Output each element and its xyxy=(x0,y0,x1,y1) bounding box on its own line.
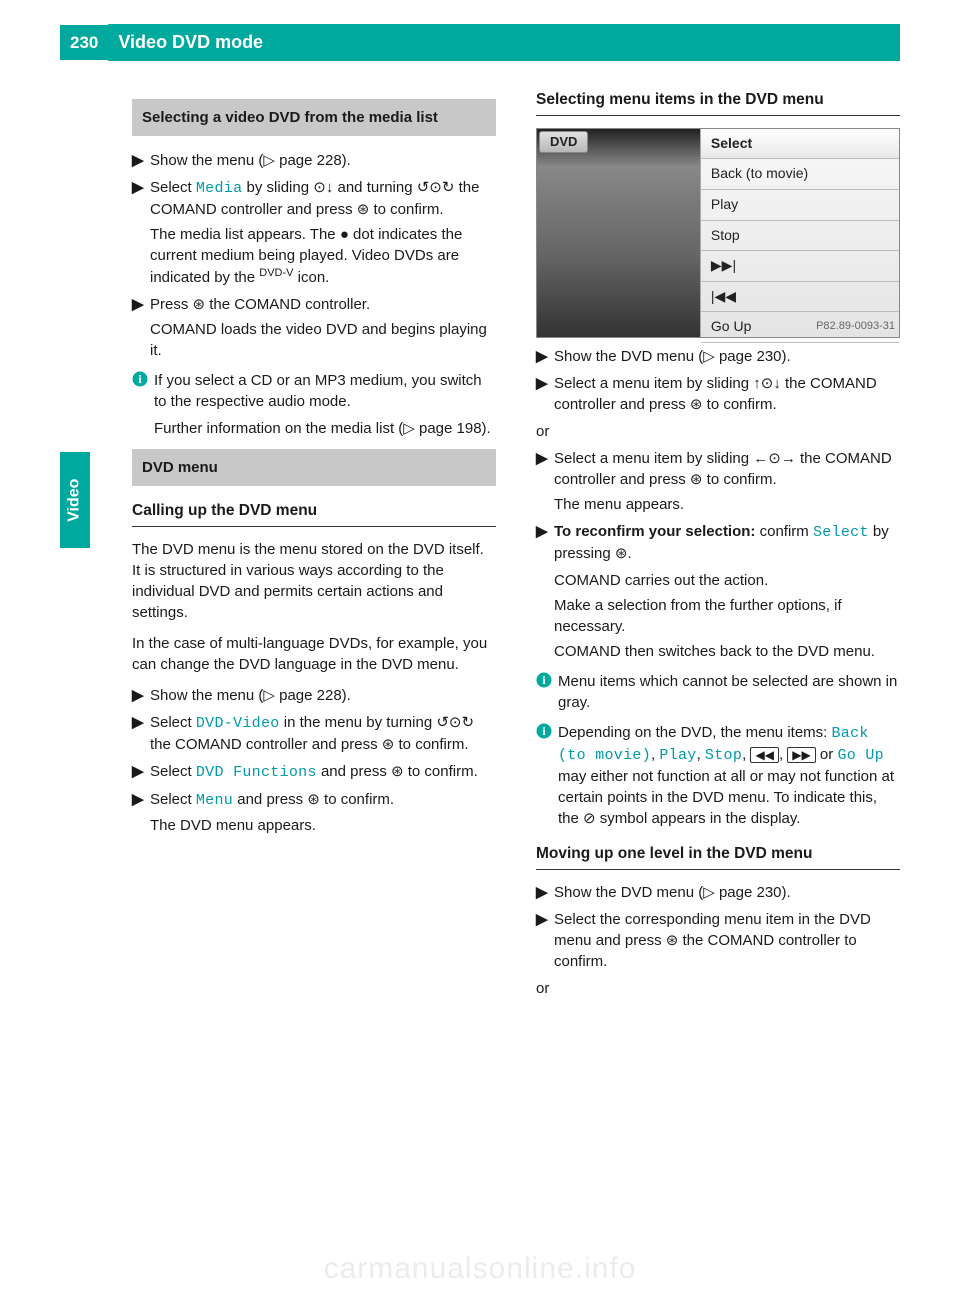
ui-term-media: Media xyxy=(196,180,243,197)
paragraph: COMAND carries out the action. xyxy=(554,570,900,591)
step-show-menu-1: ▶ Show the menu (▷ page 228). xyxy=(132,150,496,171)
press-icon: ⊛ xyxy=(357,201,370,218)
step-marker-icon: ▶ xyxy=(132,294,150,361)
screenshot-item-select: Select xyxy=(701,129,899,160)
press-icon: ⊛ xyxy=(615,545,628,562)
ui-term-stop: Stop xyxy=(705,747,742,764)
content-area: Selecting a video DVD from the media lis… xyxy=(0,89,960,1004)
press-icon: ⊛ xyxy=(666,932,679,949)
info-icon: i xyxy=(536,723,558,829)
step-marker-icon: ▶ xyxy=(536,373,554,415)
subheading-calling-dvd-menu: Calling up the DVD menu xyxy=(132,500,496,527)
info-note-1: i If you select a CD or an MP3 medium, y… xyxy=(132,371,496,439)
step-select-dvd-functions: ▶ Select DVD Functions and press ⊛ to co… xyxy=(132,761,496,783)
heading-selecting-media-list: Selecting a video DVD from the media lis… xyxy=(132,99,496,136)
step-select-item-horizontal: ▶ Select a menu item by sliding ←⊙→ the … xyxy=(536,448,900,515)
right-column: Selecting menu items in the DVD menu DVD… xyxy=(536,89,900,1004)
step-show-dvd-menu-1: ▶ Show the DVD menu (▷ page 230). xyxy=(536,346,900,367)
screenshot-item-prev: |◀◀ xyxy=(701,282,899,313)
step-select-menu: ▶ Select Menu and press ⊛ to confirm. Th… xyxy=(132,789,496,836)
screenshot-menu-list: Select Back (to movie) Play Stop ▶▶| |◀◀… xyxy=(700,129,899,337)
turn-icon: ↺⊙↻ xyxy=(436,714,474,731)
slide-vertical-icon: ↑⊙↓ xyxy=(753,375,781,392)
step-marker-icon: ▶ xyxy=(536,909,554,972)
screenshot-video-area: DVD xyxy=(537,129,700,337)
dvd-menu-screenshot: DVD Select Back (to movie) Play Stop ▶▶|… xyxy=(536,128,900,338)
prohibit-icon: ⊘ xyxy=(583,810,596,827)
page-header: 230 Video DVD mode xyxy=(0,0,960,61)
heading-dvd-menu: DVD menu xyxy=(132,449,496,486)
subheading-selecting-menu-items: Selecting menu items in the DVD menu xyxy=(536,89,900,116)
dot-icon: ● xyxy=(340,226,349,243)
screenshot-item-play: Play xyxy=(701,190,899,221)
step-reconfirm-selection: ▶ To reconfirm your selection: confirm S… xyxy=(536,521,900,564)
dvd-v-icon: DVD-V xyxy=(259,267,293,279)
info-note-depending-dvd: i Depending on the DVD, the menu items: … xyxy=(536,723,900,829)
ui-term-goup: Go Up xyxy=(837,747,884,764)
or-text: or xyxy=(536,978,900,999)
step-marker-icon: ▶ xyxy=(536,521,554,564)
left-column: Selecting a video DVD from the media lis… xyxy=(132,89,496,1004)
paragraph: Make a selection from the further option… xyxy=(554,595,900,637)
subheading-moving-up-level: Moving up one level in the DVD menu xyxy=(536,843,900,870)
step-marker-icon: ▶ xyxy=(132,761,150,783)
watermark: carmanualsonline.info xyxy=(0,1248,960,1290)
page-title: Video DVD mode xyxy=(108,24,900,61)
screenshot-dvd-tab: DVD xyxy=(539,131,588,153)
ui-term-dvd-functions: DVD Functions xyxy=(196,764,317,781)
rewind-icon: ◀◀ xyxy=(750,747,778,763)
step-marker-icon: ▶ xyxy=(132,150,150,171)
info-icon: i xyxy=(536,672,558,713)
press-icon: ⊛ xyxy=(391,763,404,780)
step-show-dvd-menu-2: ▶ Show the DVD menu (▷ page 230). xyxy=(536,882,900,903)
ui-term-dvd-video: DVD-Video xyxy=(196,715,280,732)
step-marker-icon: ▶ xyxy=(536,448,554,515)
step-marker-icon: ▶ xyxy=(132,177,150,288)
step-select-item-vertical: ▶ Select a menu item by sliding ↑⊙↓ the … xyxy=(536,373,900,415)
ui-term-play: Play xyxy=(659,747,696,764)
ui-term-menu: Menu xyxy=(196,792,233,809)
step-marker-icon: ▶ xyxy=(132,789,150,836)
press-icon: ⊛ xyxy=(690,471,703,488)
step-press-comand: ▶ Press ⊛ the COMAND controller. COMAND … xyxy=(132,294,496,361)
step-marker-icon: ▶ xyxy=(536,882,554,903)
info-note-gray-items: i Menu items which cannot be selected ar… xyxy=(536,672,900,713)
press-icon: ⊛ xyxy=(382,736,395,753)
paragraph: In the case of multi-language DVDs, for … xyxy=(132,633,496,675)
step-select-corresponding: ▶ Select the corresponding menu item in … xyxy=(536,909,900,972)
step-select-dvd-video: ▶ Select DVD-Video in the menu by turnin… xyxy=(132,712,496,755)
side-tab-video: Video xyxy=(60,452,90,548)
paragraph: The DVD menu is the menu stored on the D… xyxy=(132,539,496,623)
screenshot-item-back: Back (to movie) xyxy=(701,159,899,190)
step-select-media: ▶ Select Media by sliding ⊙↓ and turning… xyxy=(132,177,496,288)
step-marker-icon: ▶ xyxy=(132,685,150,706)
or-text: or xyxy=(536,421,900,442)
press-icon: ⊛ xyxy=(307,791,320,808)
paragraph: COMAND then switches back to the DVD men… xyxy=(554,641,900,662)
screenshot-item-stop: Stop xyxy=(701,221,899,252)
slide-down-icon: ⊙↓ xyxy=(313,179,333,196)
screenshot-caption: P82.89-0093-31 xyxy=(816,319,895,334)
fast-forward-icon: ▶▶ xyxy=(787,747,815,763)
info-icon: i xyxy=(132,371,154,439)
step-marker-icon: ▶ xyxy=(132,712,150,755)
slide-horizontal-icon: ←⊙→ xyxy=(753,450,796,467)
page-number: 230 xyxy=(60,25,108,61)
step-marker-icon: ▶ xyxy=(536,346,554,367)
screenshot-item-next: ▶▶| xyxy=(701,251,899,282)
ui-term-select: Select xyxy=(813,524,869,541)
step-show-menu-2: ▶ Show the menu (▷ page 228). xyxy=(132,685,496,706)
turn-icon: ↺⊙↻ xyxy=(417,179,455,196)
press-icon: ⊛ xyxy=(690,396,703,413)
press-icon: ⊛ xyxy=(193,296,206,313)
